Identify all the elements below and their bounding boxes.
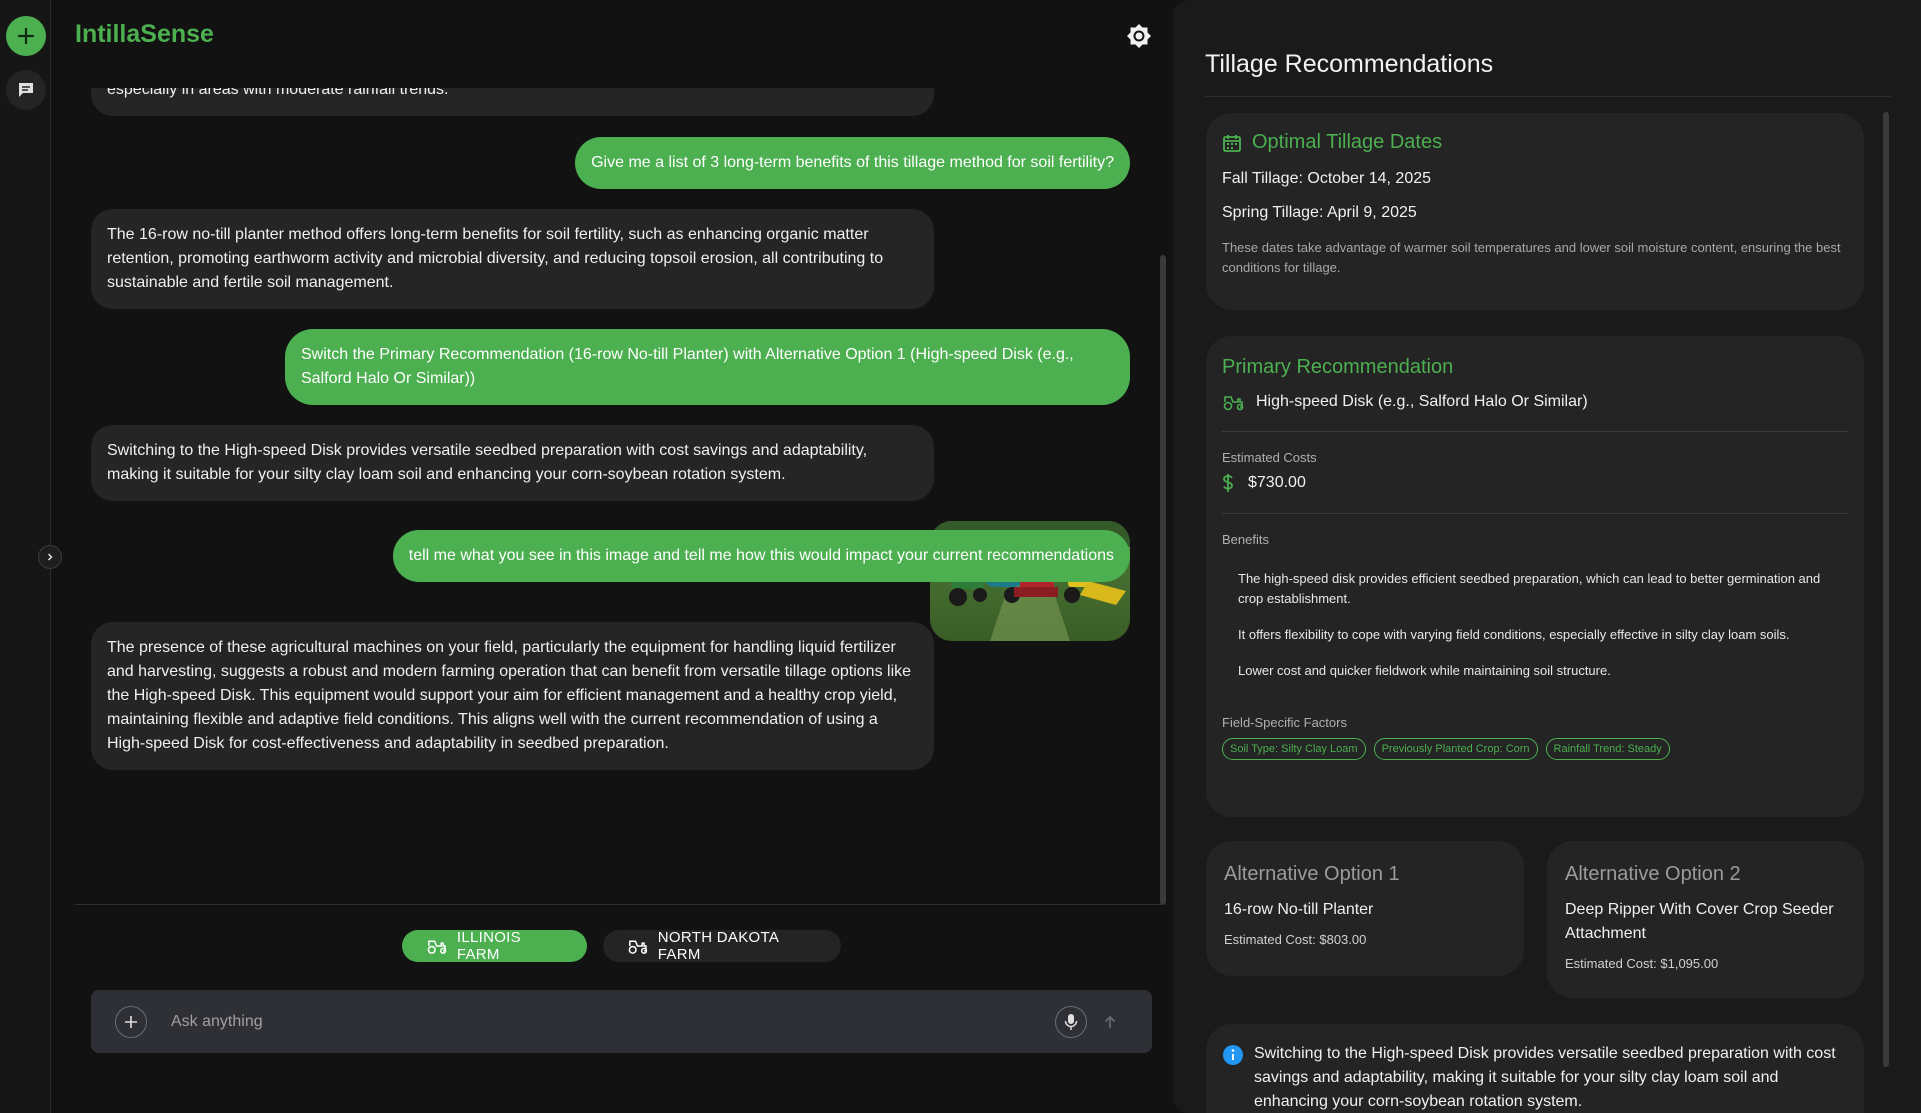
primary-recommendation-card: Primary Recommendation High-speed Disk (… [1206, 336, 1864, 817]
farm-chip-label: ILLINOIS FARM [456, 929, 521, 963]
tractor-icon [628, 940, 648, 954]
attach-button[interactable] [115, 1006, 147, 1038]
factor-tag: Rainfall Trend: Steady [1545, 738, 1670, 760]
arrow-up-icon [1104, 1015, 1116, 1028]
benefit-item: It offers flexibility to cope with varyi… [1238, 627, 1790, 642]
benefits-label: Benefits [1222, 532, 1269, 547]
panel-title: Tillage Recommendations [1205, 50, 1494, 78]
tractor-icon [427, 940, 447, 954]
alternative-title: Alternative Option 1 [1224, 863, 1400, 885]
factors-label: Field-Specific Factors [1222, 715, 1347, 730]
chevron-right-icon [47, 553, 53, 561]
user-message: Give me a list of 3 long-term benefits o… [575, 137, 1130, 189]
alternative-cost: Estimated Cost: $1,095.00 [1565, 956, 1719, 971]
chat-thread: especially in areas with moderate rainfa… [75, 88, 1145, 903]
summary-text: Switching to the High-speed Disk provide… [1254, 1045, 1836, 1110]
voice-input-button[interactable] [1055, 1006, 1087, 1038]
alternative-name: Deep Ripper With Cover Crop Seeder Attac… [1565, 901, 1834, 942]
divider [1205, 96, 1891, 97]
assistant-message: especially in areas with moderate rainfa… [91, 88, 934, 116]
microphone-icon [1064, 1014, 1078, 1030]
farm-chip-illinois[interactable]: ILLINOIS FARM [402, 929, 587, 963]
expand-sidebar-button[interactable] [38, 545, 62, 569]
costs-label: Estimated Costs [1222, 450, 1317, 465]
farm-chip-north-dakota[interactable]: NORTH DAKOTA FARM [603, 929, 841, 963]
assistant-message: The 16-row no-till planter method offers… [91, 209, 934, 309]
composer [91, 990, 1152, 1053]
alternative-option-card[interactable]: Alternative Option 2 Deep Ripper With Co… [1547, 841, 1864, 998]
user-message: tell me what you see in this image and t… [392, 530, 1130, 582]
ask-input[interactable] [171, 1008, 971, 1036]
alternative-name: 16-row No-till Planter [1224, 901, 1374, 918]
dollar-icon [1223, 474, 1233, 492]
benefit-item: The high-speed disk provides efficient s… [1238, 571, 1821, 606]
divider [1222, 431, 1848, 432]
new-chat-button[interactable] [6, 16, 46, 56]
divider [75, 904, 1165, 905]
summary-card: Switching to the High-speed Disk provide… [1206, 1024, 1864, 1113]
plus-icon [17, 27, 35, 45]
card-title: Primary Recommendation [1222, 356, 1454, 378]
factor-tag: Soil Type: Silty Clay Loam [1222, 738, 1366, 760]
chat-scrollbar[interactable] [1160, 255, 1166, 905]
estimated-cost: $730.00 [1248, 474, 1306, 491]
app-title: IntillaSense [75, 20, 214, 48]
recommended-equipment: High-speed Disk (e.g., Salford Halo Or S… [1256, 393, 1588, 410]
alternative-title: Alternative Option 2 [1565, 863, 1741, 885]
divider [1222, 513, 1848, 514]
factor-tag: Previously Planted Crop: Corn [1373, 738, 1538, 760]
plus-icon [125, 1016, 137, 1028]
info-icon [1223, 1045, 1243, 1065]
calendar-icon [1223, 134, 1241, 152]
panel-scrollbar[interactable] [1883, 112, 1889, 1067]
tractor-icon [1223, 396, 1244, 411]
spring-tillage-date: Spring Tillage: April 9, 2025 [1222, 204, 1417, 221]
factor-tags: Soil Type: Silty Clay Loam Previously Pl… [1222, 738, 1848, 760]
alternative-cost: Estimated Cost: $803.00 [1224, 932, 1367, 947]
chat-icon [19, 83, 33, 97]
optimal-dates-card: Optimal Tillage Dates Fall Tillage: Octo… [1206, 113, 1864, 310]
chat-history-button[interactable] [6, 70, 46, 110]
recommendations-panel: Tillage Recommendations Optimal Tillage … [1173, 0, 1921, 1113]
card-title: Optimal Tillage Dates [1252, 131, 1443, 153]
brightness-icon [1127, 24, 1151, 48]
benefit-item: Lower cost and quicker fieldwork while m… [1238, 663, 1611, 678]
theme-toggle-button[interactable] [1123, 20, 1155, 52]
dates-note: These dates take advantage of warmer soi… [1222, 240, 1841, 275]
alternative-option-card[interactable]: Alternative Option 1 16-row No-till Plan… [1206, 841, 1524, 976]
user-message: Switch the Primary Recommendation (16-ro… [285, 329, 1130, 405]
assistant-message: Switching to the High-speed Disk provide… [91, 425, 934, 501]
assistant-message: The presence of these agricultural machi… [91, 622, 934, 770]
fall-tillage-date: Fall Tillage: October 14, 2025 [1222, 170, 1432, 187]
farm-chip-label: NORTH DAKOTA FARM [657, 929, 779, 963]
send-button[interactable] [1094, 1006, 1126, 1038]
